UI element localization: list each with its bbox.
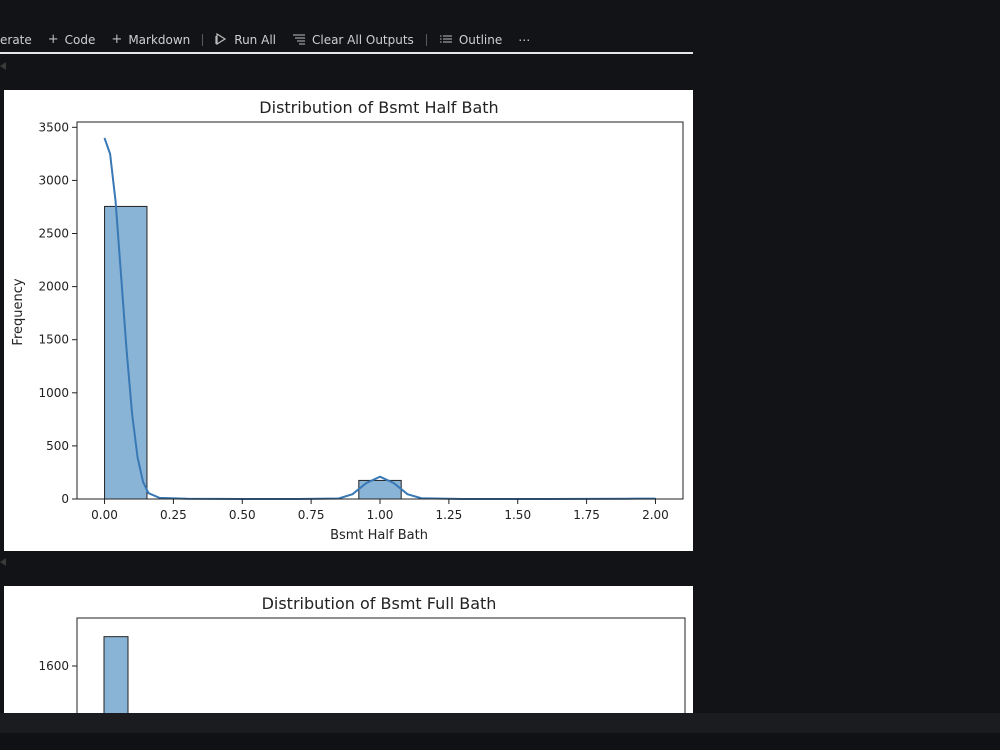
collapse-output-icon[interactable] bbox=[0, 558, 6, 566]
y-tick-label: 2500 bbox=[38, 227, 69, 241]
run-all-button[interactable]: Run All bbox=[207, 32, 284, 48]
y-tick-group: 0 500 1000 1500 2000 2500 3000 3500 bbox=[38, 120, 77, 506]
x-axis-label: Bsmt Half Bath bbox=[330, 528, 428, 543]
plus-icon: + bbox=[47, 32, 59, 47]
generate-button[interactable]: erate bbox=[0, 33, 40, 47]
y-tick-label: 3500 bbox=[38, 120, 69, 134]
chart-title: Distribution of Bsmt Half Bath bbox=[259, 98, 498, 117]
add-markdown-label: Markdown bbox=[128, 33, 191, 47]
outline-button[interactable]: Outline bbox=[431, 33, 510, 48]
y-axis-label: Frequency bbox=[11, 278, 26, 345]
y-tick-group: 14001600 bbox=[38, 659, 77, 714]
notebook-toolbar: erate + Code + Markdown Run All Clear Al… bbox=[0, 28, 700, 52]
toolbar-divider bbox=[202, 34, 204, 46]
y-tick-label: 500 bbox=[46, 439, 69, 453]
x-tick-label: 0.25 bbox=[160, 508, 187, 522]
bar-group bbox=[103, 636, 129, 714]
outline-label: Outline bbox=[458, 33, 503, 47]
histogram-bsmt-full-bath: Distribution of Bsmt Full Bath 14001600 bbox=[38, 594, 686, 714]
x-tick-label: 1.00 bbox=[367, 508, 394, 522]
histogram-bsmt-half-bath: Distribution of Bsmt Half Bath Bsmt Half… bbox=[11, 98, 684, 543]
generate-label: erate bbox=[0, 33, 32, 47]
collapse-output-icon[interactable] bbox=[0, 62, 6, 70]
x-tick-label: 1.75 bbox=[573, 508, 600, 522]
y-tick-label: 1500 bbox=[38, 333, 69, 347]
x-tick-group: 0.00 0.25 0.50 0.75 1.00 1.25 1.50 1.75 2.00 bbox=[91, 499, 669, 522]
x-tick-label: 2.00 bbox=[642, 508, 669, 522]
run-all-icon bbox=[215, 32, 228, 48]
window-top-band bbox=[0, 0, 1000, 28]
plot-frame bbox=[76, 617, 686, 714]
kde-line bbox=[103, 137, 656, 500]
y-tick-label: 3000 bbox=[38, 173, 69, 187]
histogram-bar bbox=[103, 636, 129, 714]
add-code-label: Code bbox=[64, 33, 96, 47]
plus-icon: + bbox=[111, 32, 123, 47]
more-actions-icon: ⋯ bbox=[518, 33, 531, 47]
y-tick-label: 2000 bbox=[38, 280, 69, 294]
add-code-cell-button[interactable]: + Code bbox=[40, 33, 104, 47]
clear-all-outputs-button[interactable]: Clear All Outputs bbox=[284, 33, 422, 48]
outline-list-icon bbox=[439, 33, 453, 48]
clear-all-outputs-label: Clear All Outputs bbox=[311, 33, 414, 47]
plot-frame bbox=[76, 121, 684, 500]
cell-focus-indicator bbox=[0, 52, 693, 54]
histogram-bar bbox=[104, 205, 148, 500]
x-tick-label: 0.50 bbox=[229, 508, 256, 522]
y-tick-label: 0 bbox=[61, 492, 69, 506]
cell-output-chart-1: Distribution of Bsmt Half Bath Bsmt Half… bbox=[4, 90, 693, 551]
more-actions-button[interactable]: ⋯ bbox=[510, 33, 538, 47]
y-tick-label: 1000 bbox=[38, 386, 69, 400]
x-tick-label: 0.75 bbox=[298, 508, 325, 522]
x-tick-label: 0.00 bbox=[91, 508, 118, 522]
bar-group bbox=[104, 205, 656, 500]
x-tick-label: 1.50 bbox=[504, 508, 531, 522]
toolbar-divider bbox=[425, 34, 427, 46]
clear-all-icon bbox=[292, 33, 306, 48]
run-all-label: Run All bbox=[234, 33, 276, 47]
add-markdown-cell-button[interactable]: + Markdown bbox=[103, 33, 198, 47]
status-bar bbox=[0, 713, 1000, 733]
y-tick-label: 1600 bbox=[38, 659, 69, 673]
chart-title: Distribution of Bsmt Full Bath bbox=[262, 594, 497, 613]
cell-output-chart-2: Distribution of Bsmt Full Bath 14001600 bbox=[4, 586, 693, 714]
x-tick-label: 1.25 bbox=[436, 508, 463, 522]
bottom-panel-strip bbox=[0, 733, 1000, 750]
